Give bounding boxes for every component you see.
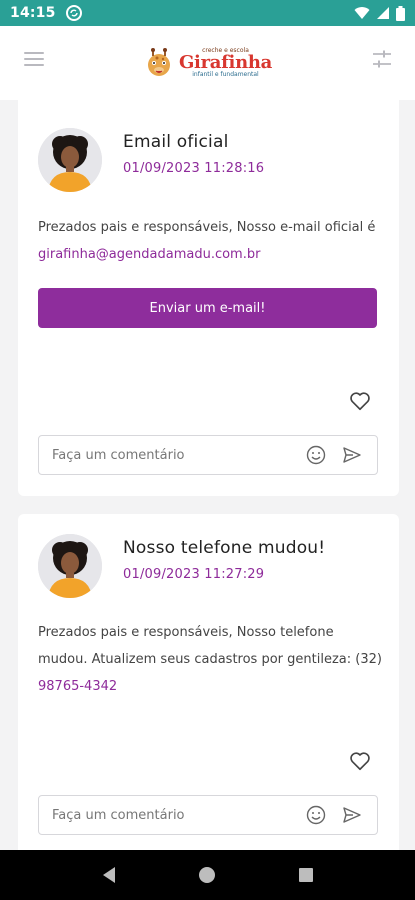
wifi-icon — [354, 7, 370, 20]
hamburger-menu-icon[interactable] — [24, 52, 44, 68]
giraffe-mascot-icon — [147, 48, 170, 76]
announcements-feed[interactable]: Email oficial 01/09/2023 11:28:16 Prezad… — [0, 100, 415, 850]
comment-input[interactable] — [52, 447, 305, 463]
system-nav-bar — [0, 850, 415, 900]
logo-tagline-bottom: infantil e fundamental — [192, 71, 259, 78]
post-date: 01/09/2023 11:28:16 — [123, 161, 265, 176]
like-heart-icon[interactable] — [349, 750, 371, 772]
phone-link[interactable]: 98765-4342 — [38, 679, 117, 694]
school-logo: creche e escola Girafinha infantil e fun… — [143, 47, 272, 79]
post-card: Nosso telefone mudou! 01/09/2023 11:27:2… — [18, 514, 399, 850]
app-header: creche e escola Girafinha infantil e fun… — [0, 26, 415, 100]
emoji-icon[interactable] — [305, 444, 327, 466]
filter-sliders-icon[interactable] — [371, 48, 393, 74]
like-heart-icon[interactable] — [349, 390, 371, 412]
send-email-button[interactable]: Enviar um e-mail! — [38, 288, 377, 328]
comment-field[interactable] — [38, 795, 378, 835]
post-body-text: Prezados pais e responsáveis, Nosso e-ma… — [38, 220, 376, 235]
post-body-text: Prezados pais e responsáveis, Nosso tele… — [38, 625, 382, 667]
status-time: 14:15 — [10, 5, 56, 21]
send-icon[interactable] — [341, 804, 363, 826]
email-link[interactable]: girafinha@agendadamadu.com.br — [38, 247, 260, 262]
battery-icon — [396, 5, 405, 21]
post-card: Email oficial 01/09/2023 11:28:16 Prezad… — [18, 100, 399, 496]
avatar — [38, 534, 102, 598]
status-bar: 14:15 — [0, 0, 415, 26]
comment-input[interactable] — [52, 807, 305, 823]
signal-icon — [377, 7, 389, 19]
status-icons — [354, 5, 405, 21]
comment-field[interactable] — [38, 435, 378, 475]
post-title: Email oficial — [123, 132, 229, 152]
post-body: Prezados pais e responsáveis, Nosso tele… — [38, 619, 383, 700]
recents-icon[interactable] — [294, 863, 318, 887]
home-icon[interactable] — [195, 863, 219, 887]
post-date: 01/09/2023 11:27:29 — [123, 567, 265, 582]
back-icon[interactable] — [97, 863, 121, 887]
post-title: Nosso telefone mudou! — [123, 538, 326, 558]
logo-name: Girafinha — [178, 52, 273, 73]
post-body: Prezados pais e responsáveis, Nosso e-ma… — [38, 214, 383, 268]
sync-badge-icon — [65, 5, 82, 21]
avatar — [38, 128, 102, 192]
emoji-icon[interactable] — [305, 804, 327, 826]
send-icon[interactable] — [341, 444, 363, 466]
